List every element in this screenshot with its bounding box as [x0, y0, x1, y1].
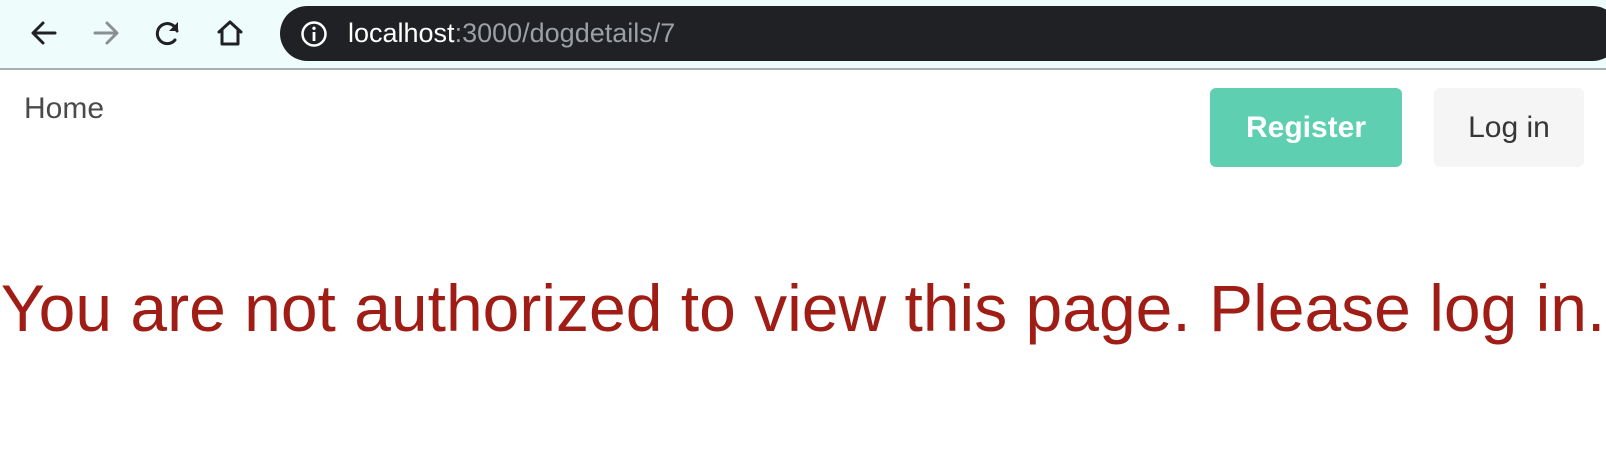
login-button[interactable]: Log in — [1434, 88, 1584, 167]
unauthorized-message: You are not authorized to view this page… — [0, 271, 1606, 345]
url-path: :3000/dogdetails/7 — [454, 18, 676, 48]
back-icon — [31, 21, 57, 45]
back-button[interactable] — [24, 13, 64, 53]
url-host: localhost — [348, 18, 455, 48]
reload-button[interactable] — [148, 13, 188, 53]
url-text[interactable]: localhost:3000/dogdetails/7 — [348, 6, 675, 61]
address-bar[interactable]: localhost:3000/dogdetails/7 — [280, 6, 1606, 61]
info-icon[interactable] — [300, 20, 328, 48]
forward-button[interactable] — [86, 13, 126, 53]
register-button[interactable]: Register — [1210, 88, 1402, 167]
browser-toolbar: localhost:3000/dogdetails/7 — [0, 0, 1606, 70]
home-link[interactable]: Home — [24, 92, 104, 126]
reload-icon — [155, 22, 179, 46]
forward-icon — [93, 21, 119, 45]
home-icon — [217, 20, 243, 46]
home-button[interactable] — [210, 13, 250, 53]
